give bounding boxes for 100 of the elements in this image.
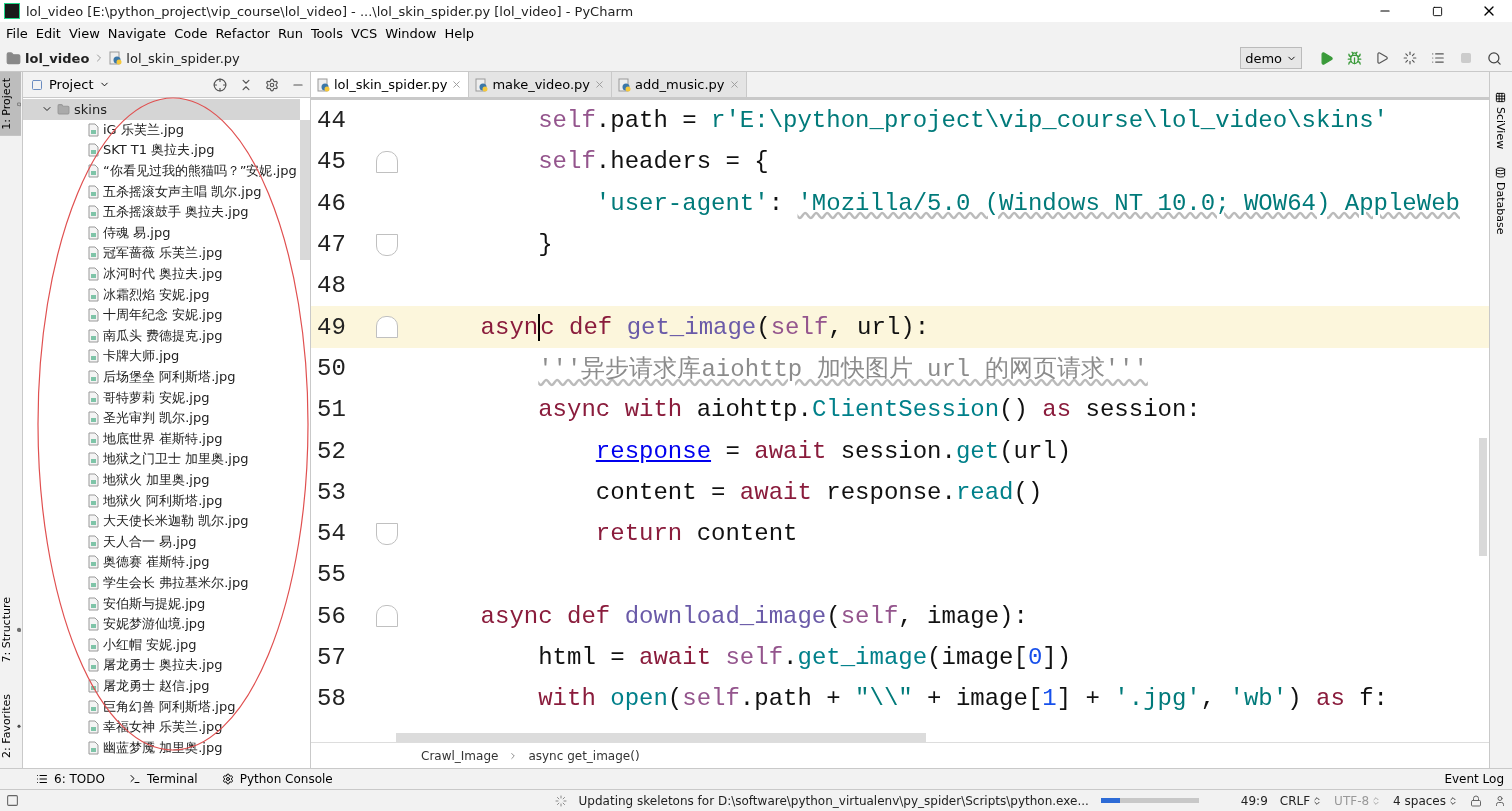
menu-item[interactable]: Window — [381, 22, 441, 45]
file-name[interactable]: 十周年纪念 安妮.jpg — [103, 306, 223, 325]
menu-item[interactable]: Navigate — [103, 22, 171, 45]
file-name[interactable]: 巨角幻兽 阿利斯塔.jpg — [103, 697, 236, 716]
fold-marker-icon[interactable] — [376, 522, 398, 545]
folder-name[interactable]: skins — [74, 101, 107, 117]
event-log-button[interactable]: Event Log — [1444, 772, 1504, 786]
editor-tab[interactable]: make_video.py — [469, 72, 612, 97]
menu-item[interactable]: File — [2, 22, 32, 45]
file-name[interactable]: 地狱火 阿利斯塔.jpg — [103, 491, 223, 510]
file-name[interactable]: 大天使长米迦勒 凯尔.jpg — [103, 512, 249, 531]
editor-tab[interactable]: lol_skin_spider.py — [311, 72, 470, 97]
scrollbar-thumb[interactable] — [300, 120, 310, 260]
code-line: async def download_image(self, image): — [479, 602, 1028, 630]
menu-item[interactable]: Run — [273, 22, 307, 45]
file-name[interactable]: 安妮梦游仙境.jpg — [103, 615, 206, 634]
file-name[interactable]: 卡牌大师.jpg — [103, 347, 180, 366]
file-name[interactable]: 侍魂 易.jpg — [103, 223, 171, 242]
file-name[interactable]: 地底世界 崔斯特.jpg — [103, 429, 223, 448]
fold-marker-icon[interactable] — [376, 316, 398, 339]
image-file-icon — [88, 699, 99, 714]
indent-dropdown[interactable]: 4 spaces — [1393, 793, 1458, 808]
tool-window-tab[interactable]: Database — [1490, 167, 1511, 235]
fold-marker-icon[interactable] — [376, 605, 398, 628]
lock-icon[interactable] — [1470, 794, 1482, 807]
file-name[interactable]: 天人合一 易.jpg — [103, 532, 197, 551]
file-name[interactable]: 后场堡垒 阿利斯塔.jpg — [103, 368, 236, 386]
tool-window-tab[interactable]: 2: Favorites — [0, 688, 21, 764]
python-file-icon — [475, 77, 489, 92]
file-name[interactable]: 冠军蔷薇 乐芙兰.jpg — [103, 244, 223, 263]
line-number: 55 — [316, 561, 347, 589]
file-name[interactable]: SKT T1 奥拉夫.jpg — [103, 141, 215, 160]
status-message: Updating skeletons for D:\software\python_virtualenv\py_spider\Scripts\python.exe... — [578, 793, 1089, 808]
line-number: 54 — [316, 520, 347, 548]
image-file-icon — [88, 122, 99, 137]
toggle-panels-icon[interactable] — [6, 794, 19, 807]
breadcrumb-item[interactable]: async get_image() — [528, 748, 640, 763]
fold-marker-icon[interactable] — [376, 233, 398, 256]
python-file-icon — [109, 51, 123, 65]
tool-window-tab[interactable]: Terminal — [128, 772, 198, 786]
editor-tab[interactable]: add_music.py — [612, 72, 747, 97]
menu-item[interactable]: Tools — [306, 22, 347, 45]
breadcrumb-item[interactable]: Crawl_Image — [421, 748, 499, 763]
line-number: 58 — [316, 685, 347, 713]
tool-window-tab[interactable]: SciView — [1490, 92, 1511, 150]
scrollbar-thumb[interactable] — [1479, 438, 1487, 556]
image-file-icon — [88, 473, 99, 487]
line-number: 51 — [316, 396, 347, 424]
tool-window-tab[interactable]: 6: TODO — [36, 772, 105, 786]
menu-item[interactable]: Code — [170, 22, 212, 45]
file-name[interactable]: 五杀摇滚女声主唱 凯尔.jpg — [103, 182, 262, 201]
file-name[interactable]: 地狱火 加里奥.jpg — [103, 471, 210, 489]
file-name[interactable]: 地狱之门卫士 加里奥.jpg — [103, 450, 249, 469]
file-name[interactable]: 南瓜头 费德提克.jpg — [103, 326, 223, 345]
breadcrumb-item[interactable]: lol_skin_spider.py — [126, 50, 240, 66]
line-separator-dropdown[interactable]: CRLF — [1279, 793, 1323, 808]
menu-item[interactable]: Edit — [31, 22, 65, 45]
caret-position[interactable]: 49:9 — [1240, 793, 1268, 808]
image-file-icon — [88, 287, 99, 302]
python-file-icon — [618, 77, 631, 92]
close-icon[interactable] — [594, 79, 605, 90]
file-name[interactable]: 圣光审判 凯尔.jpg — [103, 409, 210, 428]
line-number: 49 — [316, 313, 347, 341]
code-line: asyn c def get_image(self, url): — [479, 313, 930, 341]
project-view-dropdown[interactable]: Project — [31, 77, 111, 92]
close-icon[interactable] — [451, 79, 463, 90]
file-name[interactable]: 小红帽 安妮.jpg — [103, 635, 197, 654]
file-name[interactable]: 屠龙勇士 赵信.jpg — [103, 676, 210, 695]
file-name[interactable]: 奥德赛 崔斯特.jpg — [103, 553, 210, 572]
line-number: 48 — [316, 272, 347, 300]
close-icon[interactable] — [728, 79, 740, 90]
file-name[interactable]: 哥特萝莉 安妮.jpg — [103, 388, 210, 407]
file-name[interactable]: 安伯斯与提妮.jpg — [103, 594, 206, 613]
file-name[interactable]: 屠龙勇士 奥拉夫.jpg — [103, 656, 223, 675]
image-file-icon — [88, 452, 99, 467]
fold-marker-icon[interactable] — [376, 150, 398, 173]
tool-window-tab[interactable]: 7: Structure — [0, 590, 21, 669]
image-file-icon — [88, 555, 99, 570]
person-icon[interactable] — [1494, 794, 1506, 807]
image-file-icon — [88, 349, 99, 364]
tool-window-tab[interactable]: 1: Project — [0, 72, 21, 136]
image-file-icon — [88, 740, 99, 755]
file-name[interactable]: iG 乐芙兰.jpg — [103, 120, 185, 139]
line-number: 46 — [316, 189, 347, 217]
image-file-icon — [88, 534, 99, 549]
menu-item[interactable]: VCS — [346, 22, 382, 45]
menu-item[interactable]: Help — [440, 22, 479, 45]
image-file-icon — [88, 411, 99, 426]
file-name[interactable]: 五杀摇滚鼓手 奥拉夫.jpg — [103, 203, 249, 222]
menu-item[interactable]: Refactor — [211, 22, 274, 45]
tool-window-tab[interactable]: Python Console — [221, 772, 333, 786]
run-configuration-dropdown[interactable]: demo — [1240, 47, 1302, 69]
file-name[interactable]: 冰霜烈焰 安妮.jpg — [103, 285, 210, 304]
horizontal-scrollbar-thumb[interactable] — [396, 733, 926, 742]
file-name[interactable]: 冰河时代 奥拉夫.jpg — [103, 265, 223, 284]
file-name[interactable]: 学生会长 弗拉基米尔.jpg — [103, 573, 249, 592]
line-number: 52 — [316, 437, 347, 465]
breadcrumb-item[interactable]: lol_video — [25, 50, 90, 66]
menu-item[interactable]: View — [64, 22, 104, 45]
line-number: 44 — [316, 107, 347, 135]
